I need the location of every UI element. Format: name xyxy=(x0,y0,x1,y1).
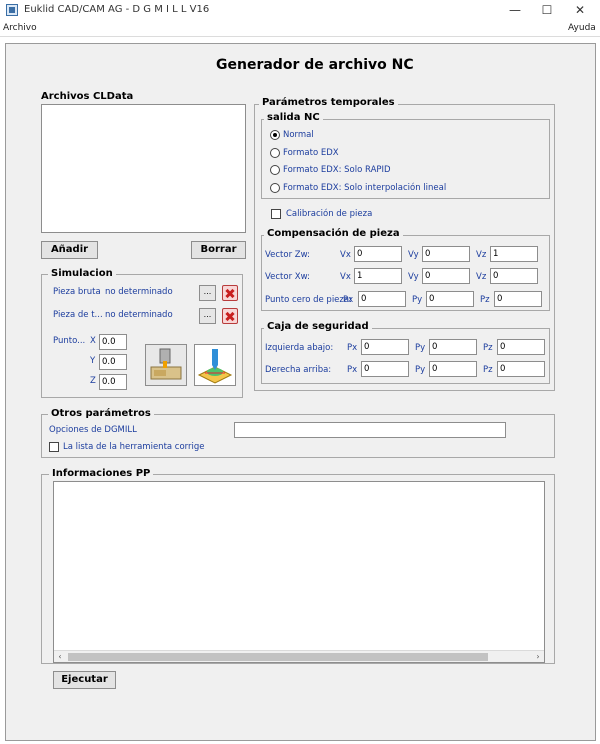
point-z-label: Z xyxy=(90,376,96,386)
dgmill-options-label: Opciones de DGMILL xyxy=(49,425,137,435)
simulate-toolpath-icon[interactable] xyxy=(194,344,236,386)
point-x-field[interactable]: 0.0 xyxy=(99,334,127,350)
delete-button[interactable]: Borrar xyxy=(191,241,246,259)
upper-px-field[interactable]: 0 xyxy=(361,361,409,377)
minimize-button[interactable]: — xyxy=(498,0,532,22)
xw-vz-label: Vz xyxy=(476,272,487,282)
tool-list-checkbox[interactable] xyxy=(49,442,59,452)
part-browse-button[interactable]: ... xyxy=(199,308,216,324)
radio-edx-label: Formato EDX xyxy=(283,148,339,158)
zw-vy-field[interactable]: 0 xyxy=(422,246,470,262)
app-icon xyxy=(6,4,18,16)
zw-vx-label: Vx xyxy=(340,250,351,260)
part-label: Pieza de t... xyxy=(53,310,103,320)
lower-py-label: Py xyxy=(415,343,426,353)
upper-right-label: Derecha arriba: xyxy=(265,365,332,375)
cldata-file-list[interactable] xyxy=(41,104,246,233)
scroll-left-icon[interactable]: ‹ xyxy=(55,652,65,662)
zero-px-label: Px xyxy=(343,295,354,305)
title-bar: Euklid CAD/CAM AG - D G M I L L V16 — ☐ … xyxy=(0,0,600,22)
close-button[interactable]: ✕ xyxy=(563,0,597,22)
zero-px-field[interactable]: 0 xyxy=(358,291,406,307)
zw-label: Vector Zw: xyxy=(265,250,310,260)
lower-px-field[interactable]: 0 xyxy=(361,339,409,355)
xw-vy-field[interactable]: 0 xyxy=(422,268,470,284)
part-clear-icon[interactable] xyxy=(222,308,238,324)
raw-part-label: Pieza bruta xyxy=(53,287,101,297)
radio-edx-rapid-label: Formato EDX: Solo RAPID xyxy=(283,165,391,175)
info-pp-textarea[interactable]: ‹ › xyxy=(53,481,545,663)
info-pp-title: Informaciones PP xyxy=(49,468,154,479)
lower-pz-field[interactable]: 0 xyxy=(497,339,545,355)
radio-edx[interactable] xyxy=(270,148,280,158)
temporal-params-title: Parámetros temporales xyxy=(259,97,398,108)
zero-py-label: Py xyxy=(412,295,423,305)
upper-pz-label: Pz xyxy=(483,365,493,375)
upper-pz-field[interactable]: 0 xyxy=(497,361,545,377)
zw-vz-label: Vz xyxy=(476,250,487,260)
zw-vz-field[interactable]: 1 xyxy=(490,246,538,262)
main-panel: Generador de archivo NC Archivos CLData … xyxy=(5,43,596,741)
point-x-label: X xyxy=(90,336,96,346)
other-params-title: Otros parámetros xyxy=(48,408,154,419)
window-title: Euklid CAD/CAM AG - D G M I L L V16 xyxy=(24,4,210,15)
tool-list-label: La lista de la herramienta corrige xyxy=(63,442,205,452)
radio-normal-label: Normal xyxy=(283,130,314,140)
point-z-field[interactable]: 0.0 xyxy=(99,374,127,390)
zero-py-field[interactable]: 0 xyxy=(426,291,474,307)
zw-vy-label: Vy xyxy=(408,250,419,260)
compensation-title: Compensación de pieza xyxy=(264,228,403,239)
zero-pz-label: Pz xyxy=(480,295,490,305)
nc-output-title: salida NC xyxy=(264,112,323,123)
lower-left-label: Izquierda abajo: xyxy=(265,343,334,353)
menu-archivo[interactable]: Archivo xyxy=(3,23,37,33)
simulate-machine-icon[interactable] xyxy=(145,344,187,386)
scrollbar-thumb[interactable] xyxy=(68,653,488,661)
upper-py-label: Py xyxy=(415,365,426,375)
radio-edx-linear[interactable] xyxy=(270,183,280,193)
radio-edx-rapid[interactable] xyxy=(270,165,280,175)
radio-edx-linear-label: Formato EDX: Solo interpolación lineal xyxy=(283,183,447,193)
maximize-button[interactable]: ☐ xyxy=(530,0,564,22)
scroll-right-icon[interactable]: › xyxy=(533,652,543,662)
page-title: Generador de archivo NC xyxy=(216,57,414,73)
raw-part-value: no determinado xyxy=(105,287,173,297)
xw-label: Vector Xw: xyxy=(265,272,310,282)
calibration-label: Calibración de pieza xyxy=(286,209,373,219)
add-button[interactable]: Añadir xyxy=(41,241,98,259)
safety-box-title: Caja de seguridad xyxy=(264,321,372,332)
run-button[interactable]: Ejecutar xyxy=(53,671,116,689)
point-label: Punto... xyxy=(53,336,86,346)
zero-pz-field[interactable]: 0 xyxy=(494,291,542,307)
zw-vx-field[interactable]: 0 xyxy=(354,246,402,262)
horizontal-scrollbar[interactable]: ‹ › xyxy=(54,650,544,662)
raw-part-clear-icon[interactable] xyxy=(222,285,238,301)
menu-bar: Archivo Ayuda xyxy=(0,22,600,37)
xw-vz-field[interactable]: 0 xyxy=(490,268,538,284)
xw-vx-field[interactable]: 1 xyxy=(354,268,402,284)
lower-px-label: Px xyxy=(347,343,358,353)
radio-normal[interactable] xyxy=(270,130,280,140)
point-y-label: Y xyxy=(90,356,96,366)
dgmill-options-field[interactable] xyxy=(234,422,506,438)
zero-point-label: Punto cero de pieza: xyxy=(265,295,352,305)
menu-ayuda[interactable]: Ayuda xyxy=(568,23,596,33)
simulation-title: Simulacion xyxy=(48,268,116,279)
xw-vx-label: Vx xyxy=(340,272,351,282)
part-value: no determinado xyxy=(105,310,173,320)
xw-vy-label: Vy xyxy=(408,272,419,282)
raw-part-browse-button[interactable]: ... xyxy=(199,285,216,301)
calibration-checkbox[interactable] xyxy=(271,209,281,219)
upper-py-field[interactable]: 0 xyxy=(429,361,477,377)
lower-py-field[interactable]: 0 xyxy=(429,339,477,355)
cldata-label: Archivos CLData xyxy=(41,91,134,102)
upper-px-label: Px xyxy=(347,365,358,375)
point-y-field[interactable]: 0.0 xyxy=(99,354,127,370)
lower-pz-label: Pz xyxy=(483,343,493,353)
